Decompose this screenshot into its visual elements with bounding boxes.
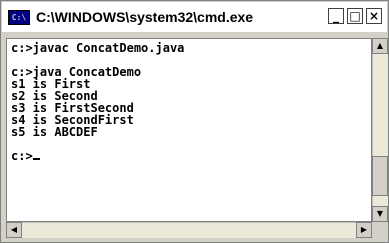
console-line: c:>javac ConcatDemo.java (11, 41, 185, 55)
vertical-scrollbar[interactable]: ▲ ▼ (372, 38, 388, 222)
close-button[interactable]: × (366, 8, 382, 24)
cmd-window: C:\ C:\WINDOWS\system32\cmd.exe _ □ × c:… (0, 0, 389, 243)
console-prompt: c:> (11, 149, 33, 163)
console-output[interactable]: c:>javac ConcatDemo.java c:>java ConcatD… (6, 38, 372, 222)
scroll-left-button[interactable]: ◀ (6, 222, 22, 238)
maximize-button[interactable]: □ (347, 8, 363, 24)
console-line: s5 is ABCDEF (11, 125, 98, 139)
vertical-scroll-thumb[interactable] (372, 156, 388, 196)
size-grip (372, 222, 388, 238)
window-title: C:\WINDOWS\system32\cmd.exe (36, 9, 254, 25)
scroll-down-button[interactable]: ▼ (372, 206, 388, 222)
scroll-right-button[interactable]: ▶ (356, 222, 372, 238)
console-prompt-line[interactable]: c:> (11, 150, 371, 162)
title-bar[interactable]: C:\ C:\WINDOWS\system32\cmd.exe _ □ × (2, 2, 387, 33)
minimize-button[interactable]: _ (328, 8, 344, 24)
scroll-up-button[interactable]: ▲ (372, 38, 388, 54)
text-cursor (32, 158, 40, 160)
cmd-app-icon[interactable]: C:\ (8, 10, 30, 25)
horizontal-scrollbar[interactable]: ◀ ▶ (6, 222, 372, 238)
